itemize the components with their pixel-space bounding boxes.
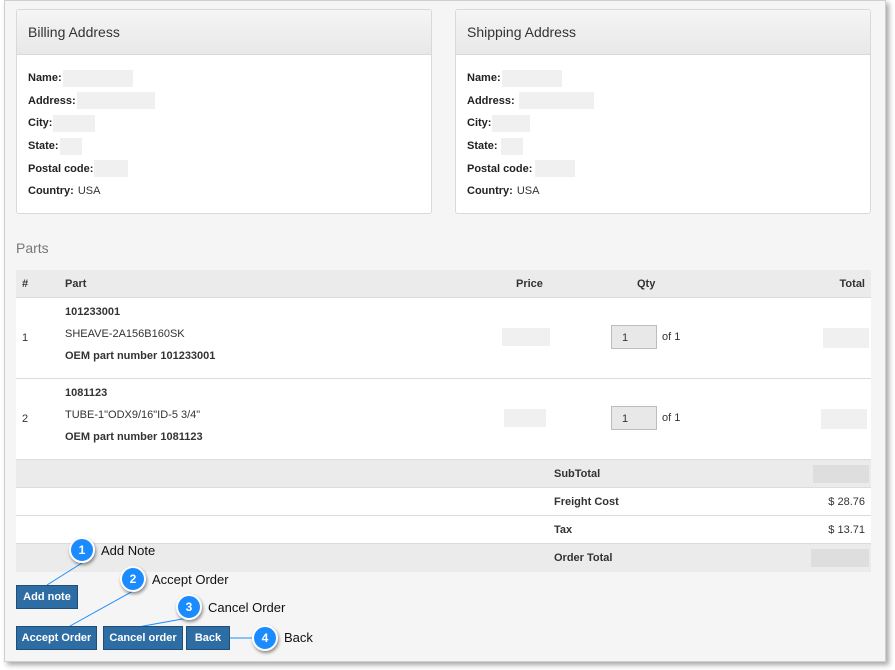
cancel-order-button[interactable]: Cancel order xyxy=(103,626,183,650)
back-button[interactable]: Back xyxy=(186,626,230,650)
callout-label-back: Back xyxy=(284,630,313,645)
callout-badge-1: 1 xyxy=(69,537,95,563)
add-note-button[interactable]: Add note xyxy=(16,585,78,609)
callout-badge-2: 2 xyxy=(120,566,146,592)
callout-label-accept-order: Accept Order xyxy=(152,572,229,587)
callout-badge-4: 4 xyxy=(252,625,278,651)
callout-label-cancel-order: Cancel Order xyxy=(208,600,286,615)
callout-label-add-note: Add Note xyxy=(101,543,156,558)
accept-order-button[interactable]: Accept Order xyxy=(16,626,97,650)
callout-badge-3: 3 xyxy=(176,594,202,620)
